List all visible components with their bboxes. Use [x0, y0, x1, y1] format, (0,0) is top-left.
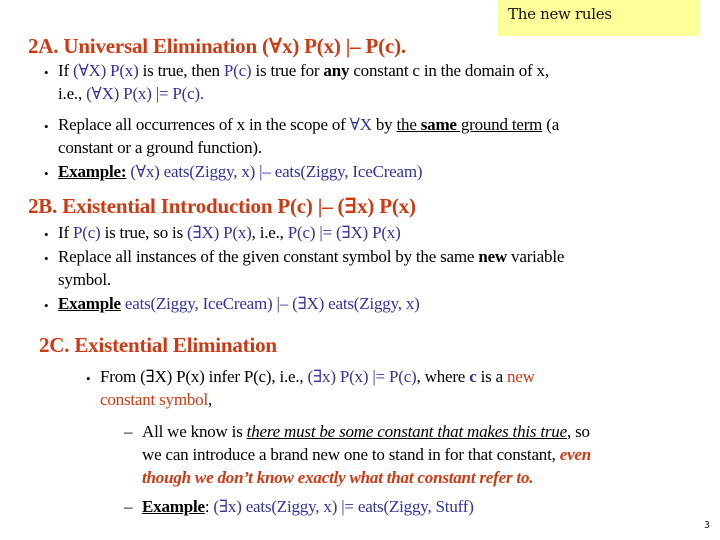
- text: is true, then: [138, 61, 224, 80]
- highlight-text: constant symbol: [100, 390, 208, 409]
- section-2a-bullet-1: If (∀X) P(x) is true, then P(c) is true …: [58, 60, 549, 82]
- logic-text: (∃x) P(x) |= P(c): [307, 367, 417, 386]
- section-2b-heading: 2B. Existential Introduction P(c) |– (∃x…: [28, 194, 416, 218]
- underlined-bold-text: same: [420, 115, 457, 134]
- logic-text: (∀X) P(x): [72, 61, 139, 80]
- bullet-icon: •: [44, 166, 49, 181]
- highlight-text: even: [559, 445, 592, 464]
- text: Replace all instances of the given const…: [58, 247, 479, 266]
- logic-text: (∃X) P(x): [187, 223, 252, 242]
- text: is true for: [251, 61, 324, 80]
- text: , where: [416, 367, 470, 386]
- logic-text: (∀X) P(x) |= P(c).: [86, 84, 204, 103]
- section-2a-heading: 2A. Universal Elimination (∀x) P(x) |– P…: [28, 34, 406, 58]
- text: , so: [566, 422, 590, 441]
- section-2c-sub-1: All we know is there must be some consta…: [142, 421, 590, 443]
- text: If: [58, 61, 73, 80]
- bullet-icon: •: [44, 119, 49, 134]
- dash-icon: –: [124, 497, 133, 516]
- highlight-text: new: [507, 367, 535, 386]
- text: From (∃X) P(x) infer P(c), i.e.,: [100, 367, 308, 386]
- underlined-text: ground term: [456, 115, 543, 134]
- bullet-icon: •: [44, 227, 49, 242]
- bullet-icon: •: [44, 65, 49, 80]
- text: ,: [207, 390, 213, 409]
- text: All we know is: [142, 422, 247, 441]
- text: (a: [542, 115, 560, 134]
- section-2b-example: Example eats(Ziggy, IceCream) |– (∃X) ea…: [58, 293, 420, 315]
- logic-text: (∃x) eats(Ziggy, x) |= eats(Ziggy, Stuff…: [213, 497, 474, 516]
- text: is true, so is: [100, 223, 188, 242]
- section-2a-bullet-2: Replace all occurrences of x in the scop…: [58, 114, 559, 136]
- page-number: 3: [704, 520, 711, 531]
- bullet-icon: •: [86, 371, 91, 386]
- logic-text: P(c): [223, 61, 252, 80]
- section-2a-bullet-2-line-2: constant or a ground function).: [58, 138, 262, 157]
- section-2c-sub-1-line-2: we can introduce a brand new one to stan…: [142, 444, 591, 466]
- text: constant c in the domain of x,: [349, 61, 549, 80]
- section-2b-bullet-1: If P(c) is true, so is (∃X) P(x), i.e., …: [58, 222, 401, 244]
- example-label: Example: [58, 294, 121, 313]
- text: If: [58, 223, 73, 242]
- underlined-text: the: [396, 115, 421, 134]
- text: , i.e.,: [251, 223, 288, 242]
- example-label: Example:: [58, 162, 127, 181]
- bullet-icon: •: [44, 251, 49, 266]
- section-2c-heading: 2C. Existential Elimination: [39, 333, 277, 357]
- text: by: [371, 115, 397, 134]
- logic-text: P(c): [72, 223, 101, 242]
- note-box: The new rules: [498, 0, 700, 36]
- section-2c-bullet-1-line-2: constant symbol,: [100, 389, 212, 411]
- note-box-label: The new rules: [508, 5, 612, 23]
- emphasis-text: new: [478, 247, 507, 266]
- underlined-italic-text: there must be some constant that makes t…: [246, 422, 567, 441]
- text: variable: [507, 247, 565, 266]
- text: Replace all occurrences of x in the scop…: [58, 115, 350, 134]
- emphasis-text: any: [323, 61, 350, 80]
- logic-text: (∀x) eats(Ziggy, x) |– eats(Ziggy, IceCr…: [126, 162, 423, 181]
- text: is a: [476, 367, 507, 386]
- section-2b-bullet-2-line-2: symbol.: [58, 270, 111, 289]
- section-2a-bullet-1-line-2: i.e., (∀X) P(x) |= P(c).: [58, 83, 204, 105]
- logic-text: ∀X: [349, 115, 372, 134]
- dash-icon: –: [124, 422, 133, 441]
- section-2b-bullet-2: Replace all instances of the given const…: [58, 246, 564, 268]
- text: i.e.,: [58, 84, 87, 103]
- section-2a-example: Example: (∀x) eats(Ziggy, x) |– eats(Zig…: [58, 161, 423, 183]
- section-2c-bullet-1: From (∃X) P(x) infer P(c), i.e., (∃x) P(…: [100, 366, 535, 388]
- text: we can introduce a brand new one to stan…: [142, 445, 560, 464]
- section-2c-sub-1-line-3: though we don’t know exactly what that c…: [142, 468, 534, 487]
- logic-text: P(c) |= (∃X) P(x): [287, 223, 401, 242]
- logic-text: c: [469, 367, 477, 386]
- logic-text: eats(Ziggy, IceCream) |– (∃X) eats(Ziggy…: [120, 294, 420, 313]
- example-label: Example: [142, 497, 205, 516]
- section-2c-example: Example: (∃x) eats(Ziggy, x) |= eats(Zig…: [142, 496, 474, 518]
- bullet-icon: •: [44, 298, 49, 313]
